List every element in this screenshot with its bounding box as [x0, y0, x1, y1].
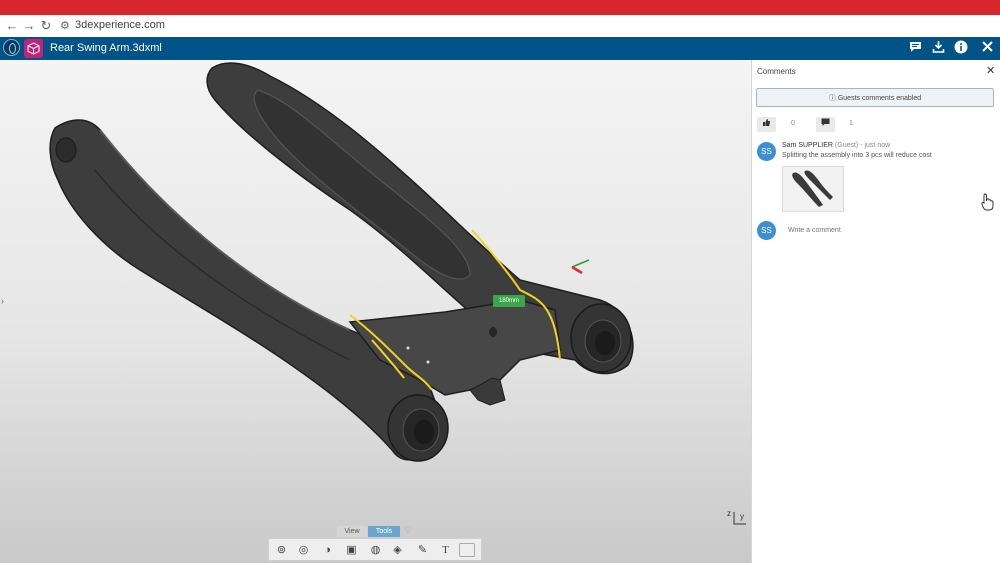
comment-attachment-thumbnail[interactable] — [782, 166, 844, 212]
close-icon[interactable] — [978, 40, 996, 58]
like-button[interactable] — [757, 117, 776, 132]
panel-close-icon[interactable]: ✕ — [986, 64, 995, 77]
swing-arm-model[interactable] — [0, 60, 751, 563]
comments-icon[interactable] — [906, 40, 924, 58]
dimension-label[interactable]: 180mm — [493, 295, 525, 307]
comment-count-button[interactable] — [816, 117, 835, 132]
guests-comments-notice[interactable]: ⓘ Guests comments enabled — [756, 88, 994, 107]
axis-indicator: y z — [726, 508, 748, 535]
view-tools-tabs: View Tools — [337, 526, 401, 537]
pen-icon[interactable]: ✎ — [414, 543, 431, 557]
back-button[interactable]: ← — [4, 18, 20, 34]
expand-left-icon[interactable]: › — [1, 296, 4, 306]
comments-title: Comments — [757, 67, 796, 76]
render-icon[interactable]: ◈ — [389, 543, 406, 557]
avatar[interactable]: SS — [757, 142, 776, 161]
text-icon[interactable]: T — [437, 543, 454, 557]
app-cube-icon[interactable] — [24, 39, 43, 58]
comments-panel: Comments ✕ ⓘ Guests comments enabled 0 1… — [751, 60, 1000, 563]
author-name[interactable]: Sam SUPPLIER — [782, 142, 833, 149]
browser-toolbar: ← → ↻ ⚙ 3dexperience.com — [0, 15, 1000, 38]
comment-meta: (Guest) - just now — [834, 142, 891, 149]
info-icon[interactable] — [952, 40, 970, 58]
fit-all-icon[interactable]: ▣ — [343, 543, 360, 557]
note-icon[interactable] — [459, 543, 475, 557]
tools-toolbar: ⊚ ◎ ◑ ▣ ◍ ◈ ✎ T — [268, 538, 482, 561]
forward-button[interactable]: → — [21, 18, 37, 34]
3d-viewport[interactable]: 180mm › y z View Tools ♡ ⊚ ◎ ◑ ▣ ◍ ◈ ✎ T — [0, 60, 751, 563]
compass-icon[interactable] — [3, 39, 20, 56]
axis-z-label: z — [727, 509, 731, 518]
favorite-icon[interactable]: ♡ — [404, 525, 412, 536]
file-title: Rear Swing Arm.3dxml — [50, 42, 162, 54]
write-comment-input[interactable] — [788, 227, 978, 234]
download-icon[interactable] — [929, 40, 947, 58]
browser-top-strip — [0, 0, 1000, 15]
info-small-icon: ⓘ — [828, 95, 836, 102]
site-settings-icon[interactable]: ⚙ — [60, 18, 74, 34]
guests-notice-text: Guests comments enabled — [837, 95, 922, 102]
tab-view[interactable]: View — [337, 526, 367, 537]
address-bar[interactable]: 3dexperience.com — [75, 19, 165, 31]
hand-cursor-icon — [981, 193, 995, 216]
comment-count: 1 — [849, 120, 853, 127]
axis-y-label: y — [740, 512, 744, 521]
explode-icon[interactable]: ◑ — [319, 543, 336, 557]
zoom-icon[interactable]: ◍ — [367, 543, 384, 557]
comment-text: Splitting the assembly into 3 pcs will r… — [782, 152, 932, 159]
tab-tools[interactable]: Tools — [368, 526, 400, 537]
reload-button[interactable]: ↻ — [38, 18, 54, 34]
current-user-avatar[interactable]: SS — [757, 221, 776, 240]
section-icon[interactable]: ◎ — [295, 543, 312, 557]
comment-author: Sam SUPPLIER (Guest) - just now — [782, 142, 890, 149]
measure-icon[interactable]: ⊚ — [273, 543, 290, 557]
like-count: 0 — [791, 120, 795, 127]
app-header: Rear Swing Arm.3dxml — [0, 37, 1000, 60]
